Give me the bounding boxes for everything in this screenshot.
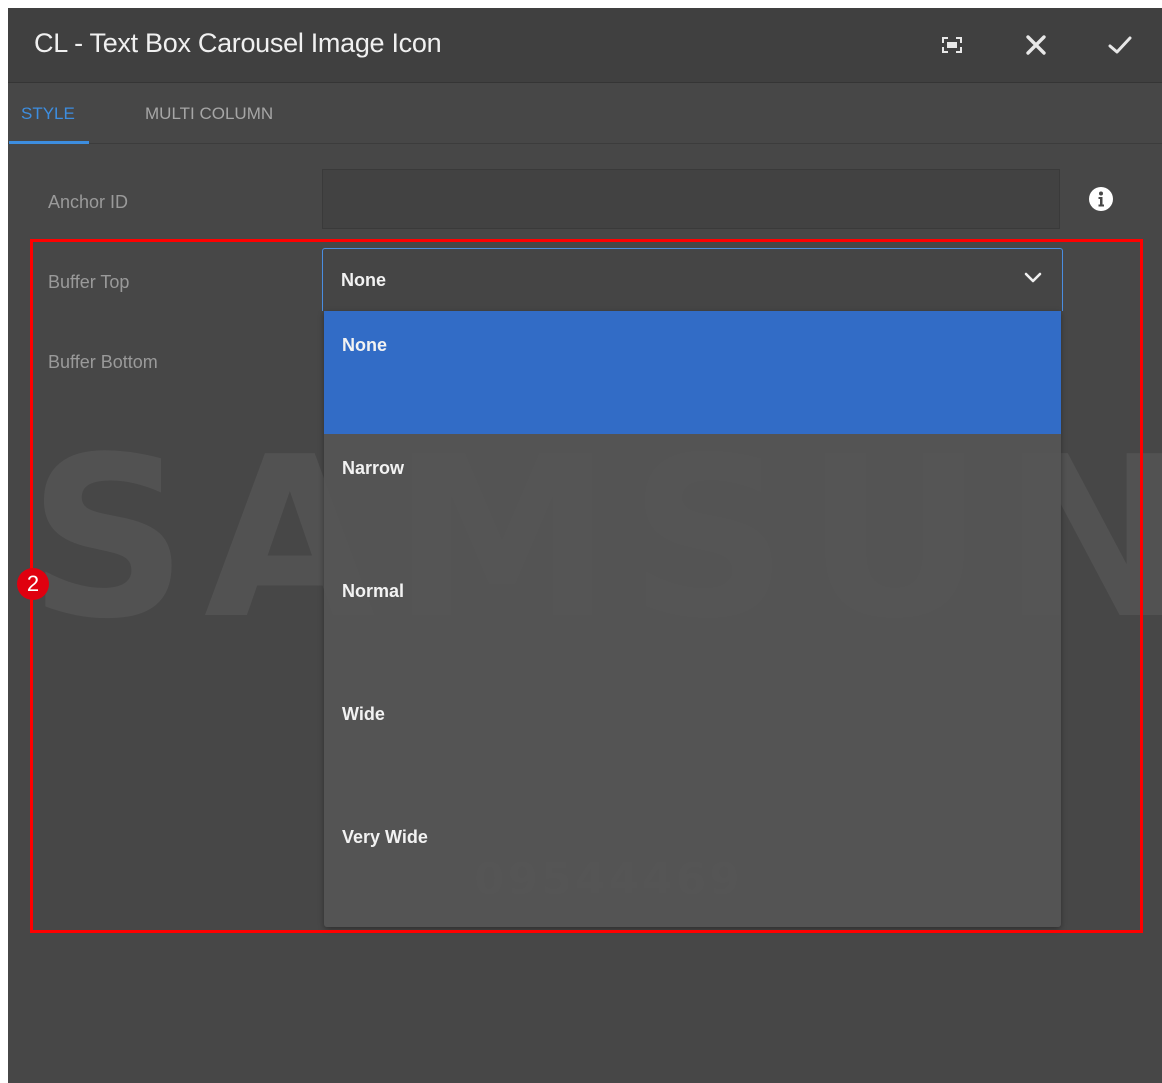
- close-icon: [1025, 34, 1047, 56]
- fullscreen-icon: [941, 36, 963, 54]
- option-label: Very Wide: [342, 827, 428, 847]
- anchor-id-input[interactable]: [322, 169, 1060, 229]
- buffer-top-select[interactable]: None: [322, 248, 1063, 311]
- buffer-top-label: Buffer Top: [48, 272, 130, 292]
- info-icon[interactable]: [1088, 186, 1114, 212]
- dialog: CL - Text Box Carousel Image Icon STYLE …: [8, 8, 1162, 1083]
- dialog-title: CL - Text Box Carousel Image Icon: [34, 28, 442, 58]
- dropdown-option-none[interactable]: None: [324, 311, 1061, 434]
- dropdown-option-normal[interactable]: Normal: [324, 557, 1061, 680]
- tab-bar: STYLE MULTI COLUMN: [8, 83, 1162, 144]
- tab-style[interactable]: STYLE: [9, 83, 89, 144]
- done-button[interactable]: [1078, 8, 1162, 82]
- tab-multi-column[interactable]: MULTI COLUMN: [141, 83, 277, 141]
- option-label: Narrow: [342, 458, 405, 478]
- title-bar: CL - Text Box Carousel Image Icon: [8, 8, 1162, 83]
- annotation-step-badge: 2: [17, 568, 49, 600]
- checkmark-icon: [1108, 35, 1132, 55]
- chevron-down-icon: [1024, 271, 1042, 289]
- dropdown-option-narrow[interactable]: Narrow: [324, 434, 1061, 557]
- anchor-id-label: Anchor ID: [48, 192, 129, 212]
- option-label: None: [342, 335, 387, 355]
- option-label: Normal: [342, 581, 405, 601]
- option-label: Wide: [342, 704, 385, 724]
- close-button[interactable]: [994, 8, 1078, 82]
- title-actions: [910, 8, 1162, 82]
- buffer-top-dropdown-list: None Narrow Normal Wide Very Wide: [324, 311, 1061, 927]
- dropdown-option-very-wide[interactable]: Very Wide: [324, 803, 1061, 926]
- dropdown-option-wide[interactable]: Wide: [324, 680, 1061, 803]
- fullscreen-button[interactable]: [910, 8, 994, 82]
- buffer-top-value: None: [341, 270, 386, 290]
- buffer-bottom-label: Buffer Bottom: [48, 352, 158, 372]
